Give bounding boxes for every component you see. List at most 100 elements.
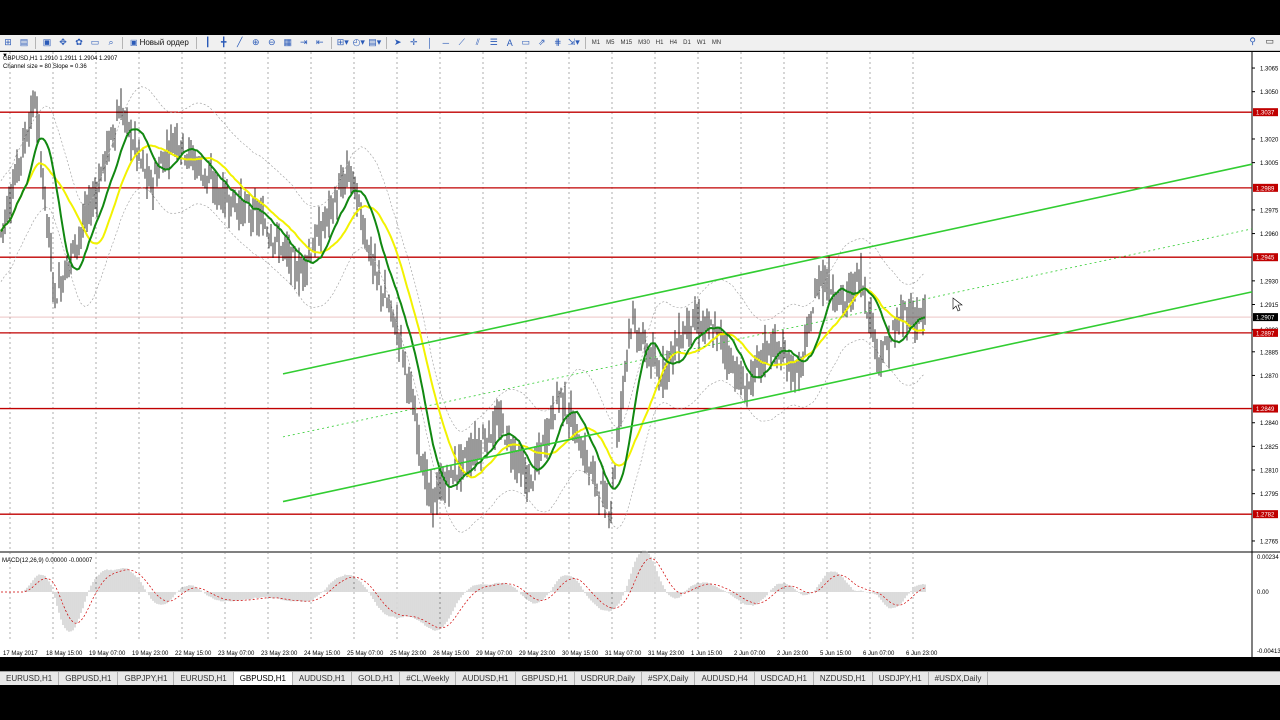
gann-icon[interactable]: ⋕ [551, 36, 565, 49]
text-label-icon[interactable]: ▭ [519, 36, 533, 49]
level-price-label: 1.2782 [1256, 513, 1275, 519]
search-icon[interactable]: ⚲ [1249, 36, 1256, 47]
line-chart-icon[interactable]: ╱ [233, 36, 247, 49]
chart-shift-icon[interactable]: ⇤ [313, 36, 327, 49]
time-axis-label: 29 May 23:00 [519, 651, 556, 657]
fibonacci-icon[interactable]: ☰ [487, 36, 501, 49]
price-tick-label: 1.2975 [1260, 208, 1279, 214]
chart-tab[interactable]: #USDX,Daily [929, 672, 989, 685]
new-chart-icon[interactable]: ⊞ [1, 36, 15, 49]
maximize-icon[interactable]: ▭ [1265, 36, 1274, 47]
band-upper [0, 86, 926, 433]
zoom-out-icon[interactable]: ⊖ [265, 36, 279, 49]
new-order-label: Новый ордер [139, 38, 189, 47]
level-price-label: 1.2897 [1256, 331, 1275, 337]
price-tick-label: 1.3050 [1260, 90, 1279, 96]
arrows-icon[interactable]: ⇗ [535, 36, 549, 49]
price-chart[interactable]: 1.3065 1.3050 1.3020 1.3005 1.2975 1.2960 1.29… [0, 52, 1280, 657]
time-axis-label: 18 May 15:00 [46, 651, 83, 657]
chart-tab[interactable]: USDCAD,H1 [755, 672, 814, 685]
price-tick-label: 1.2960 [1260, 232, 1279, 238]
time-axis-label: 23 May 07:00 [218, 651, 255, 657]
toolbar-separator [35, 36, 36, 49]
time-axis-label: 2 Jun 23:00 [777, 651, 809, 657]
symbol-info: GBPUSD,H1 1.2910 1.2911 1.2904 1.2907 [3, 56, 118, 62]
autoscroll-icon[interactable]: ⇥ [297, 36, 311, 49]
strategy-tester-icon[interactable]: ⌕ [104, 36, 118, 49]
timeframe-m5[interactable]: M5 [603, 40, 617, 46]
vertical-line-icon[interactable]: │ [423, 36, 437, 49]
timeframe-m1[interactable]: M1 [589, 40, 603, 46]
chart-tab[interactable]: EURUSD,H1 [174, 672, 234, 685]
chart-tab[interactable]: EURUSD,H1 [0, 672, 60, 685]
time-axis-label: 6 Jun 23:00 [906, 651, 938, 657]
chart-tab[interactable]: GBPUSD,H1 [233, 672, 293, 685]
time-axis-label: 24 May 15:00 [304, 651, 341, 657]
toolbar-separator [122, 36, 123, 49]
indicators-icon[interactable]: ⊞▾ [336, 36, 350, 49]
timeframe-mn[interactable]: MN [709, 40, 724, 46]
price-tick-label: 1.2915 [1260, 303, 1279, 309]
price-tick-label: 1.2825 [1260, 445, 1279, 451]
new-order-button[interactable]: ▣ Новый ордер [126, 37, 193, 48]
time-axis-label: 22 May 15:00 [175, 651, 212, 657]
price-tick-label: 1.2885 [1260, 350, 1279, 356]
chart-tab[interactable]: NZDUSD,H1 [814, 672, 873, 685]
terminal-icon[interactable]: ▭ [88, 36, 102, 49]
timeframe-h4[interactable]: H4 [666, 40, 680, 46]
time-axis-label: 1 Jun 15:00 [691, 651, 723, 657]
price-tick-label: 1.2765 [1260, 539, 1279, 545]
time-axis-label: 29 May 07:00 [476, 651, 513, 657]
trendline-icon[interactable]: ⟋ [455, 36, 469, 49]
chart-tab[interactable]: AUDUSD,H4 [695, 672, 755, 685]
chart-tab[interactable]: USDRUR,Daily [575, 672, 642, 685]
chart-tab[interactable]: GOLD,H1 [352, 672, 401, 685]
timeframe-m30[interactable]: M30 [635, 40, 653, 46]
equidistant-channel-icon[interactable]: ⫽ [471, 36, 485, 49]
timeframe-d1[interactable]: D1 [680, 40, 694, 46]
timeframe-w1[interactable]: W1 [694, 40, 709, 46]
toolbar-separator [330, 36, 332, 49]
chart-tab[interactable]: #CL,Weekly [400, 672, 457, 685]
candlestick-icon[interactable]: ╋ [217, 36, 231, 49]
templates-icon[interactable]: ▤▾ [368, 36, 382, 49]
time-axis-label: 17 May 2017 [3, 651, 38, 657]
profiles-icon[interactable]: ▤ [17, 36, 31, 49]
time-axis-label: 31 May 07:00 [605, 651, 642, 657]
market-watch-icon[interactable]: ▣ [40, 36, 54, 49]
chart-tab[interactable]: AUDUSD,H1 [293, 672, 353, 685]
navigator-icon[interactable]: ✿ [72, 36, 86, 49]
timeframe-h1[interactable]: H1 [653, 40, 667, 46]
bar-chart-icon[interactable]: ┃ [201, 36, 215, 49]
chart-window[interactable]: 1.3065 1.3050 1.3020 1.3005 1.2975 1.2960 1.29… [0, 52, 1280, 657]
channel-lower [282, 291, 1253, 503]
zoom-in-icon[interactable]: ⊕ [249, 36, 263, 49]
time-axis-label: 6 Jun 07:00 [863, 651, 895, 657]
price-tick-label: 1.2810 [1260, 469, 1279, 475]
periods-icon[interactable]: ◴▾ [352, 36, 366, 49]
current-price-label: 1.2907 [1256, 316, 1275, 322]
tile-windows-icon[interactable]: ▦ [281, 36, 295, 49]
mouse-cursor-icon [952, 297, 963, 312]
timeframe-m15[interactable]: M15 [617, 40, 635, 46]
price-tick-label: 1.3005 [1260, 161, 1279, 167]
chart-tab[interactable]: USDJPY,H1 [873, 672, 929, 685]
toolbar-separator [584, 36, 586, 49]
chart-tab[interactable]: GBPUSD,H1 [516, 672, 575, 685]
chart-tab[interactable]: AUDUSD,H1 [456, 672, 516, 685]
chart-tab[interactable]: GBPJPY,H1 [118, 672, 175, 685]
horizontal-line-icon[interactable]: ─ [439, 36, 453, 49]
macd-tick-label: 0.00 [1257, 590, 1269, 596]
cursor-icon[interactable]: ➤ [391, 36, 405, 49]
level-price-label: 1.2945 [1256, 256, 1275, 262]
chart-tab[interactable]: GBPUSD,H1 [59, 672, 119, 685]
data-window-icon[interactable]: ✥ [56, 36, 70, 49]
text-icon[interactable]: A [503, 36, 517, 49]
objects-icon[interactable]: ⇲▾ [567, 36, 581, 49]
moving-average-green [0, 128, 926, 490]
macd-label: MACD(12,26,9) 0.00000 -0.00007 [2, 558, 93, 564]
time-axis-label: 19 May 07:00 [89, 651, 126, 657]
chart-tab[interactable]: #SPX,Daily [642, 672, 696, 685]
macd-tick-label: -0.00413 [1257, 649, 1280, 655]
crosshair-icon[interactable]: ✛ [407, 36, 421, 49]
